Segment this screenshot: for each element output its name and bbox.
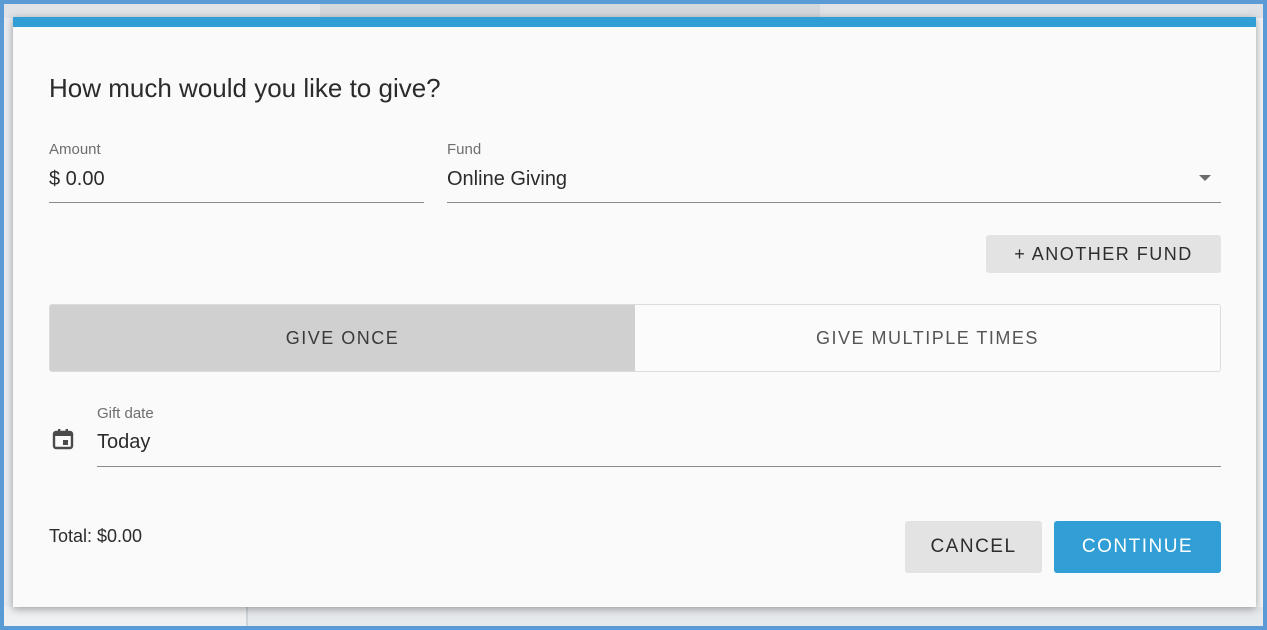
amount-field[interactable]: Amount $ 0.00 [49,139,424,203]
dropdown-arrow-icon[interactable] [1199,175,1211,181]
gift-date-label: Gift date [97,405,154,422]
gift-date-field[interactable]: Gift date Today [49,401,1221,467]
continue-button[interactable]: CONTINUE [1054,521,1221,573]
gift-date-underline [97,466,1221,467]
fund-selected-value[interactable]: Online Giving [447,168,567,191]
amount-underline [49,202,424,203]
frequency-toggle: GIVE ONCE GIVE MULTIPLE TIMES [49,304,1221,372]
give-once-tab[interactable]: GIVE ONCE [50,305,635,371]
fund-label: Fund [447,141,482,158]
fund-select[interactable]: Fund Online Giving [447,139,1221,203]
background-sidebar-edge [4,607,248,626]
background-header-tabs [320,4,820,18]
cancel-button[interactable]: CANCEL [905,521,1042,573]
another-fund-button[interactable]: + ANOTHER FUND [986,235,1221,273]
fund-underline [447,202,1221,203]
total-amount: Total: $0.00 [49,526,143,546]
background-content-edge [248,607,1263,626]
give-dialog: How much would you like to give? Amount … [13,17,1256,607]
amount-input[interactable]: $ 0.00 [49,168,105,191]
background-right-edge [1256,18,1263,626]
amount-label: Amount [49,141,101,158]
gift-date-input[interactable]: Today [97,431,150,454]
give-multiple-times-tab[interactable]: GIVE MULTIPLE TIMES [635,305,1220,371]
dialog-accent-bar [13,17,1256,27]
dialog-title: How much would you like to give? [49,73,441,103]
calendar-icon[interactable] [51,427,75,451]
